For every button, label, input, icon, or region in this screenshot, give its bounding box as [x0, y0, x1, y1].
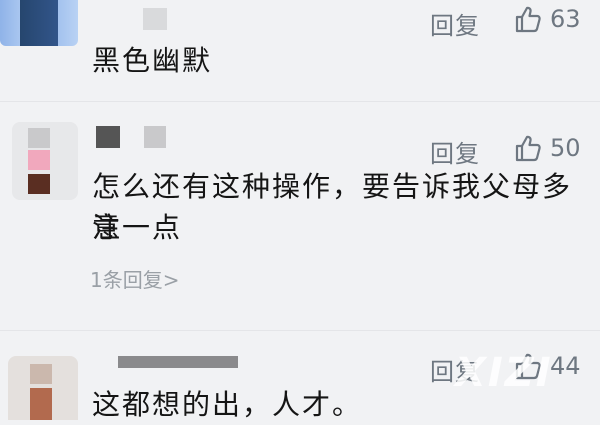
divider	[0, 101, 600, 102]
avatar[interactable]	[0, 0, 78, 46]
like-count: 50	[550, 134, 581, 162]
comment-text: 黑色幽默	[92, 44, 213, 77]
username[interactable]	[96, 126, 120, 148]
comment-text-line: 意一点	[92, 211, 183, 244]
divider	[0, 330, 600, 331]
reply-button[interactable]: 回复	[430, 6, 480, 41]
username-part	[144, 126, 166, 148]
view-replies-link[interactable]: 1条回复>	[90, 264, 179, 293]
comment-text: 这都想的出，人才。	[92, 388, 363, 421]
username[interactable]	[143, 8, 167, 30]
watermark-logo: XIZI	[455, 350, 553, 396]
like-count: 63	[550, 5, 581, 33]
thumbs-up-icon	[515, 6, 541, 33]
thumbs-up-icon	[515, 135, 541, 162]
like-button[interactable]: 63	[514, 5, 581, 33]
like-count: 44	[550, 352, 581, 380]
like-button[interactable]: 50	[514, 134, 581, 162]
avatar[interactable]	[12, 122, 78, 200]
reply-button[interactable]: 回复	[430, 134, 480, 169]
username[interactable]	[118, 356, 238, 368]
avatar[interactable]	[8, 356, 78, 420]
